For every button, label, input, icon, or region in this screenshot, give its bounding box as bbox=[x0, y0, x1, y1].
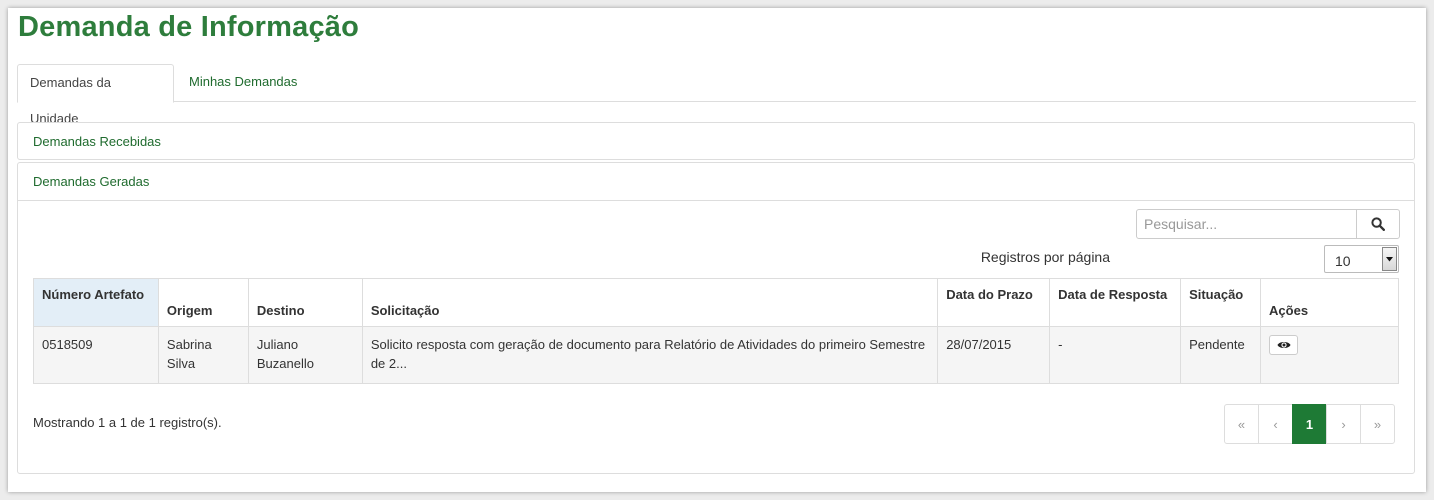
page-current-button[interactable]: 1 bbox=[1292, 404, 1327, 444]
tab-minhas-demandas[interactable]: Minhas Demandas bbox=[177, 64, 309, 102]
table-row: 0518509 Sabrina Silva Juliano Buzanello … bbox=[33, 326, 1399, 384]
column-header-destino[interactable]: Destino bbox=[247, 278, 363, 327]
page-title: Demanda de Informação bbox=[18, 11, 360, 43]
column-header-origem[interactable]: Origem bbox=[157, 278, 249, 327]
panel-demandas-recebidas: Demandas Recebidas bbox=[17, 122, 1415, 160]
cell-destino: Juliano Buzanello bbox=[247, 326, 363, 384]
demands-table: Número Artefato Origem Destino Solicitaç… bbox=[33, 278, 1399, 384]
cell-solicitacao: Solicito resposta com geração de documen… bbox=[361, 326, 939, 384]
pagination: « ‹ 1 › » bbox=[1224, 404, 1395, 444]
cell-numero-artefato: 0518509 bbox=[33, 326, 159, 384]
chevron-down-icon bbox=[1382, 247, 1397, 271]
cell-data-do-prazo: 28/07/2015 bbox=[937, 326, 1051, 384]
tab-bar: Demandas da Unidade Minhas Demandas bbox=[17, 64, 1416, 126]
cell-situacao: Pendente bbox=[1180, 326, 1262, 384]
column-header-data-de-resposta[interactable]: Data de Resposta bbox=[1049, 278, 1182, 327]
per-page-value: 10 bbox=[1335, 253, 1351, 269]
column-header-acoes: Ações bbox=[1260, 278, 1399, 327]
panel-heading-geradas[interactable]: Demandas Geradas bbox=[18, 163, 1414, 201]
eye-icon bbox=[1277, 342, 1291, 348]
table-header-row: Número Artefato Origem Destino Solicitaç… bbox=[33, 278, 1399, 327]
view-button[interactable] bbox=[1269, 335, 1299, 355]
search-icon bbox=[1371, 217, 1385, 231]
per-page-label: Registros por página bbox=[980, 249, 1110, 265]
records-info: Mostrando 1 a 1 de 1 registro(s). bbox=[33, 415, 222, 430]
search-button[interactable] bbox=[1356, 209, 1400, 239]
column-header-numero-artefato[interactable]: Número Artefato bbox=[33, 278, 159, 327]
per-page-select[interactable]: 10 bbox=[1324, 245, 1399, 273]
search-group bbox=[1136, 209, 1400, 239]
cell-origem: Sabrina Silva bbox=[157, 326, 249, 384]
cell-acoes bbox=[1260, 326, 1399, 384]
panel-heading-recebidas[interactable]: Demandas Recebidas bbox=[18, 123, 1414, 161]
page-first-button[interactable]: « bbox=[1224, 404, 1259, 444]
page-next-button[interactable]: › bbox=[1326, 404, 1361, 444]
cell-data-de-resposta: - bbox=[1049, 326, 1182, 384]
page-last-button[interactable]: » bbox=[1360, 404, 1395, 444]
column-header-situacao[interactable]: Situação bbox=[1180, 278, 1262, 327]
tab-demandas-da-unidade[interactable]: Demandas da Unidade bbox=[17, 64, 174, 126]
column-header-solicitacao[interactable]: Solicitação bbox=[361, 278, 939, 327]
panel-demandas-geradas: Demandas Geradas Registros por página 10 bbox=[17, 162, 1415, 474]
column-header-data-do-prazo[interactable]: Data do Prazo bbox=[937, 278, 1051, 327]
search-input[interactable] bbox=[1136, 209, 1357, 239]
app-frame: Demanda de Informação Demandas da Unidad… bbox=[8, 8, 1426, 492]
page-prev-button[interactable]: ‹ bbox=[1258, 404, 1293, 444]
